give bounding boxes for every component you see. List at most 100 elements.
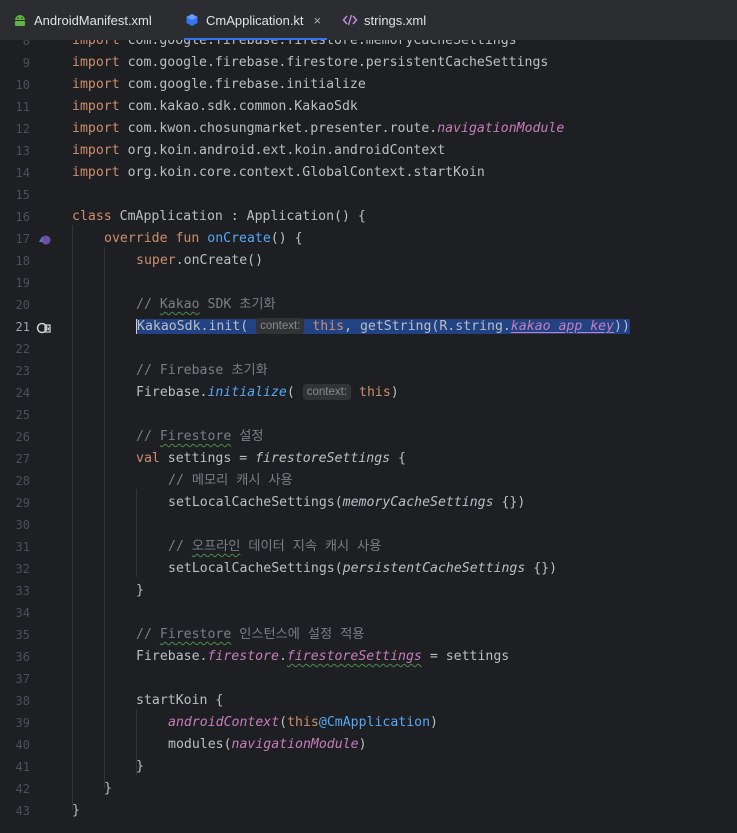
line-number: 29 xyxy=(15,496,30,510)
code-line[interactable]: 13 import org.koin.android.ext.koin.andro… xyxy=(0,140,737,162)
line-number: 39 xyxy=(15,716,30,730)
line-number: 10 xyxy=(15,78,30,92)
code-text[interactable]: import org.koin.core.context.GlobalConte… xyxy=(72,162,485,184)
line-number: 27 xyxy=(15,452,30,466)
code-line[interactable]: 14 import org.koin.core.context.GlobalCon… xyxy=(0,162,737,184)
code-text[interactable]: } xyxy=(136,756,144,778)
code-line[interactable]: 25 xyxy=(0,404,737,426)
code-text[interactable]: } xyxy=(72,800,80,822)
code-line[interactable]: 26 // Firestore 설정 xyxy=(0,426,737,448)
code-line[interactable]: 35 // Firestore 인스턴스에 설정 적용 xyxy=(0,624,737,646)
code-line[interactable]: 24 Firebase.initialize( context: this) xyxy=(0,382,737,404)
kotlin-file-icon xyxy=(184,12,200,28)
code-text[interactable]: modules(navigationModule) xyxy=(168,734,367,756)
android-icon xyxy=(12,12,28,28)
code-text[interactable]: import com.google.firebase.firestore.mem… xyxy=(72,40,517,52)
line-number: 38 xyxy=(15,694,30,708)
code-line[interactable]: 31 // 오프라인 데이터 지속 캐시 사용 xyxy=(0,536,737,558)
code-text[interactable]: // Kakao SDK 초기화 xyxy=(136,294,276,316)
line-number: 8 xyxy=(22,40,30,48)
code-text[interactable]: setLocalCacheSettings(persistentCacheSet… xyxy=(168,558,557,580)
code-line[interactable]: 16 class CmApplication : Application() { xyxy=(0,206,737,228)
code-text[interactable]: // Firebase 초기화 xyxy=(136,360,268,382)
tab-android-manifest[interactable]: AndroidManifest.xml xyxy=(12,0,152,40)
code-text[interactable]: import com.kakao.sdk.common.KakaoSdk xyxy=(72,96,358,118)
code-line[interactable]: 22 xyxy=(0,338,737,360)
breakpoint-lambda-icon[interactable] xyxy=(36,320,52,336)
line-number: 9 xyxy=(22,56,30,70)
code-text[interactable]: // 오프라인 데이터 지속 캐시 사용 xyxy=(168,536,381,558)
code-line[interactable]: 38 startKoin { xyxy=(0,690,737,712)
tab-strings-xml[interactable]: strings.xml xyxy=(342,0,426,40)
line-number: 12 xyxy=(15,122,30,136)
line-number: 26 xyxy=(15,430,30,444)
line-number: 28 xyxy=(15,474,30,488)
code-text[interactable]: import com.kwon.chosungmarket.presenter.… xyxy=(72,118,564,140)
code-line[interactable]: 28 // 메모리 캐시 사용 xyxy=(0,470,737,492)
code-text[interactable]: import com.google.firebase.firestore.per… xyxy=(72,52,548,74)
code-line[interactable]: 10 import com.google.firebase.initialize xyxy=(0,74,737,96)
close-icon[interactable]: × xyxy=(314,13,322,28)
code-line[interactable]: 19 xyxy=(0,272,737,294)
code-line[interactable]: 8 import com.google.firebase.firestore.me… xyxy=(0,40,737,52)
code-line[interactable]: 12 import com.kwon.chosungmarket.presente… xyxy=(0,118,737,140)
code-editor[interactable]: 8 import com.google.firebase.firestore.me… xyxy=(0,40,737,833)
code-text[interactable]: super.onCreate() xyxy=(136,250,263,272)
tab-cmapplication[interactable]: CmApplication.kt × xyxy=(184,0,328,40)
code-line[interactable]: 20 // Kakao SDK 초기화 xyxy=(0,294,737,316)
code-line[interactable]: 34 xyxy=(0,602,737,624)
code-line[interactable]: 36 Firebase.firestore.firestoreSettings =… xyxy=(0,646,737,668)
line-number: 30 xyxy=(15,518,30,532)
code-text[interactable]: startKoin { xyxy=(136,690,223,712)
tab-label: strings.xml xyxy=(364,12,427,28)
line-number: 34 xyxy=(15,606,30,620)
code-line[interactable]: 18 super.onCreate() xyxy=(0,250,737,272)
line-number: 22 xyxy=(15,342,30,356)
code-line[interactable]: 17 override fun onCreate() { xyxy=(0,228,737,250)
tab-label: CmApplication.kt xyxy=(206,12,304,28)
code-line[interactable]: 15 xyxy=(0,184,737,206)
line-number: 33 xyxy=(15,584,30,598)
code-text[interactable]: setLocalCacheSettings(memoryCacheSetting… xyxy=(168,492,525,514)
code-text[interactable]: override fun onCreate() { xyxy=(104,228,303,250)
code-line[interactable]: 9 import com.google.firebase.firestore.pe… xyxy=(0,52,737,74)
code-text[interactable]: } xyxy=(104,778,112,800)
code-line[interactable]: 37 xyxy=(0,668,737,690)
line-number: 32 xyxy=(15,562,30,576)
code-text[interactable]: import com.google.firebase.initialize xyxy=(72,74,366,96)
code-line[interactable]: 30 xyxy=(0,514,737,536)
code-line[interactable]: 39 androidContext(this@CmApplication) xyxy=(0,712,737,734)
line-number: 25 xyxy=(15,408,30,422)
code-text[interactable]: Firebase.initialize( context: this) xyxy=(136,382,399,404)
code-text[interactable]: val settings = firestoreSettings { xyxy=(136,448,406,470)
code-line[interactable]: 40 modules(navigationModule) xyxy=(0,734,737,756)
line-number: 20 xyxy=(15,298,30,312)
line-number: 18 xyxy=(15,254,30,268)
code-text[interactable]: class CmApplication : Application() { xyxy=(72,206,366,228)
code-text[interactable]: // Firestore 설정 xyxy=(136,426,264,448)
code-line[interactable]: 29 setLocalCacheSettings(memoryCacheSetti… xyxy=(0,492,737,514)
line-number: 23 xyxy=(15,364,30,378)
code-text[interactable]: // Firestore 인스턴스에 설정 적용 xyxy=(136,624,364,646)
code-line[interactable]: 32 setLocalCacheSettings(persistentCacheS… xyxy=(0,558,737,580)
code-text[interactable]: KakaoSdk.init( context: this, getString(… xyxy=(136,316,630,338)
line-number: 37 xyxy=(15,672,30,686)
line-number: 13 xyxy=(15,144,30,158)
code-line[interactable]: 11 import com.kakao.sdk.common.KakaoSdk xyxy=(0,96,737,118)
code-line[interactable]: 33} xyxy=(0,580,737,602)
code-text[interactable]: import org.koin.android.ext.koin.android… xyxy=(72,140,445,162)
code-line[interactable]: 23 // Firebase 초기화 xyxy=(0,360,737,382)
code-line[interactable]: 27 val settings = firestoreSettings { xyxy=(0,448,737,470)
code-text[interactable]: androidContext(this@CmApplication) xyxy=(168,712,438,734)
line-number: 40 xyxy=(15,738,30,752)
code-line[interactable]: 41} xyxy=(0,756,737,778)
code-text[interactable]: // 메모리 캐시 사용 xyxy=(168,470,293,492)
code-text[interactable]: } xyxy=(136,580,144,602)
override-method-icon[interactable] xyxy=(36,232,52,248)
code-line[interactable]: 21 KakaoSdk.init( context: this, getStrin… xyxy=(0,316,737,338)
code-text[interactable]: Firebase.firestore.firestoreSettings = s… xyxy=(136,646,509,668)
line-number: 41 xyxy=(15,760,30,774)
code-line[interactable]: 42} xyxy=(0,778,737,800)
line-number: 17 xyxy=(15,232,30,246)
code-line[interactable]: 43} xyxy=(0,800,737,822)
